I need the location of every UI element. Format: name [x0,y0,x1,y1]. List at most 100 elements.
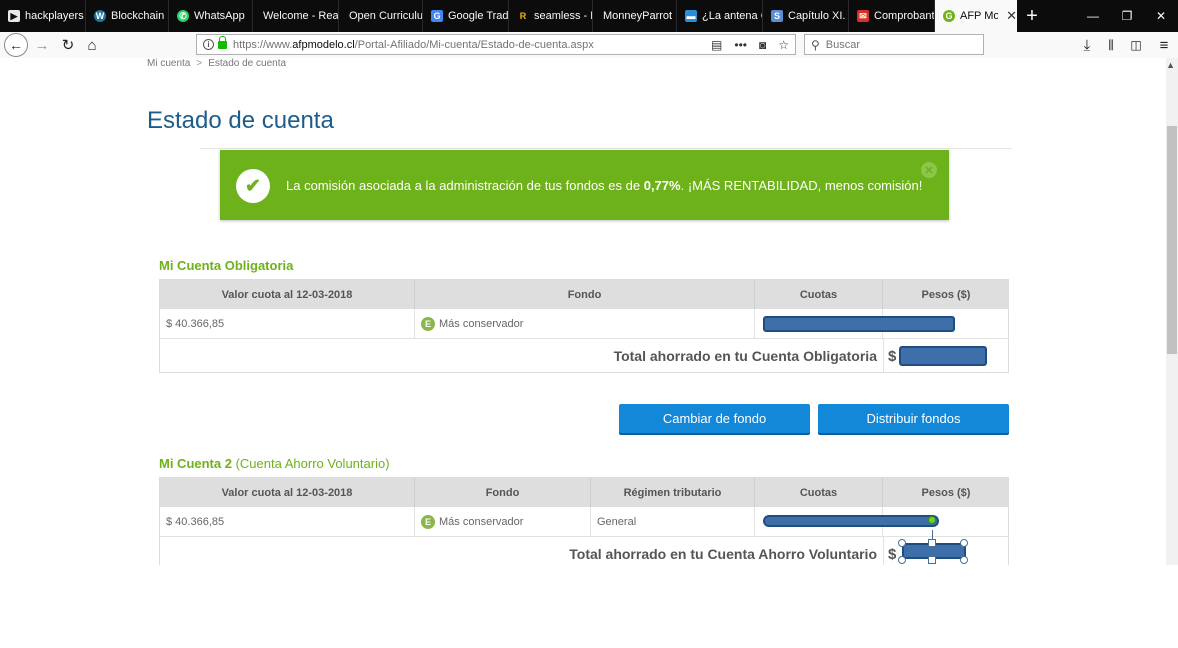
distribute-funds-button[interactable]: Distribuir fondos [818,404,1009,433]
header-fondo: Fondo [415,478,591,507]
header-regimen: Régimen tributario [591,478,755,507]
table-header: Valor cuota al 12-03-2018 Fondo Cuotas P… [160,280,1009,309]
whatsapp-icon: ✆ [177,10,189,22]
vertical-scrollbar[interactable] [1166,58,1178,565]
tab-label: Open Curriculum [349,10,422,22]
reload-button[interactable]: ↻ [56,32,80,58]
back-button[interactable]: ← [4,33,28,57]
cell-fondo: E Más conservador [415,309,755,338]
tab-label: hackplayers [25,10,84,22]
breadcrumb-separator: > [196,58,203,69]
close-tab-icon[interactable]: ✕ [1006,8,1017,24]
bookmark-star-icon[interactable]: ☆ [778,38,789,52]
sidebar-button[interactable]: ◫ [1124,32,1148,58]
image-icon: S [771,10,783,22]
tab-label: Blockchain F [111,10,168,22]
tab-seamless[interactable]: R seamless - Ei [509,0,593,32]
tab-la-antena[interactable]: ▬ ¿La antena C [677,0,763,32]
scroll-up-icon[interactable]: ▲ [1166,60,1175,70]
header-valor-cuota: Valor cuota al 12-03-2018 [160,478,415,507]
header-valor-cuota: Valor cuota al 12-03-2018 [160,280,415,309]
library-button[interactable]: ⫼ [1099,32,1123,58]
cell-divider [883,339,884,373]
translate-icon: G [431,10,443,22]
page-content: Mi cuenta > Estado de cuenta Estado de cue… [0,58,1178,565]
fund-e-badge: E [421,514,435,529]
close-window-button[interactable]: ✕ [1144,0,1178,32]
breadcrumb-home[interactable]: Mi cuenta [147,58,190,69]
table-total-row: Total ahorrado en tu Cuenta Ahorro Volun… [160,530,1009,565]
downloads-button[interactable]: ⤓ [1075,32,1099,58]
url-bar[interactable]: i https://www.afpmodelo.cl/Portal-Afilia… [196,34,796,55]
tab-whatsapp[interactable]: ✆ WhatsApp [169,0,253,32]
hamburger-icon: ≡ [1159,36,1169,54]
url-domain: afpmodelo.cl [292,38,355,51]
tab-label: Google Trad [448,10,508,22]
table-total-row: Total ahorrado en tu Cuenta Obligatoria … [160,339,1009,373]
afp-icon: G [943,10,955,22]
tab-label: MonneyParrot [603,10,673,22]
reader-view-icon[interactable]: ▤ [711,38,722,52]
tab-label: Capítulo XI. [788,10,846,22]
commission-rate: 0,77% [643,178,681,193]
resize-handle[interactable] [928,556,936,564]
arrow-right-icon: → [34,36,50,54]
tab-capitulo[interactable]: S Capítulo XI. [763,0,849,32]
forward-button[interactable]: → [30,32,54,58]
url-text[interactable]: https://www.afpmodelo.cl/Portal-Afiliado… [233,39,594,51]
tab-bar: ▶ hackplayers W Blockchain F ✆ WhatsApp … [0,0,1178,32]
cell-valor-cuota: $ 40.366,85 [160,507,415,536]
resize-handle[interactable] [928,539,936,547]
tab-label: ¿La antena C [702,10,762,22]
info-icon[interactable]: i [203,39,214,50]
checkmark-icon: ✔ [236,169,270,203]
rotate-handle[interactable] [928,516,936,524]
download-icon: ⤓ [1083,36,1091,54]
resize-handle[interactable] [960,556,968,564]
section-title-main: Mi Cuenta 2 [159,456,232,471]
tab-comprobante[interactable]: ✉ Comprobant [849,0,935,32]
new-tab-button[interactable]: + [1020,0,1044,32]
tab-label: Comprobant [874,10,934,22]
tab-blockchain[interactable]: W Blockchain F [86,0,169,32]
total-label: Total ahorrado en tu Cuenta Ahorro Volun… [569,546,877,562]
tab-label: WhatsApp [194,10,245,22]
home-button[interactable]: ⌂ [80,32,104,58]
restore-button[interactable]: ❐ [1110,0,1144,32]
tab-label: AFP Model [960,10,999,22]
tab-label: seamless - Ei [534,10,592,22]
table-row: $ 40.366,85 E Más conservador General [160,507,1009,537]
mail-icon: ✉ [857,10,869,22]
library-icon: ⫼ [1108,37,1114,52]
cell-fondo: E Más conservador [415,507,591,536]
page-actions-button[interactable]: ••• [734,38,747,52]
scrollbar-thumb[interactable] [1167,126,1177,354]
cell-valor-cuota: $ 40.366,85 [160,309,415,338]
breadcrumb: Mi cuenta > Estado de cuenta [147,58,286,69]
tab-label: Welcome - Reali [263,10,338,22]
tab-afp-modelo[interactable]: G AFP Model ✕ [935,0,1017,32]
search-bar[interactable]: ⚲ Buscar [804,34,984,55]
tab-monneyparrot[interactable]: MonneyParrot [593,0,677,32]
table-obligatoria: Valor cuota al 12-03-2018 Fondo Cuotas P… [159,279,1009,373]
cell-divider [883,537,884,565]
tab-open-curriculum[interactable]: Open Curriculum [339,0,423,32]
home-icon: ⌂ [87,36,97,54]
search-input[interactable]: Buscar [826,39,860,51]
resize-handle[interactable] [960,539,968,547]
menu-button[interactable]: ≡ [1152,32,1176,58]
pocket-icon[interactable]: ◙ [759,38,766,52]
total-label: Total ahorrado en tu Cuenta Obligatoria [613,348,877,364]
tab-google-translate[interactable]: G Google Trad [423,0,509,32]
minimize-button[interactable]: — [1076,0,1110,32]
header-fondo: Fondo [415,280,755,309]
navigation-bar: ← → ↻ ⌂ i https://www.afpmodelo.cl/Porta… [0,32,1178,59]
resize-handle[interactable] [898,539,906,547]
lock-icon[interactable] [218,35,227,49]
close-banner-icon[interactable]: ✕ [921,162,937,178]
change-fund-button[interactable]: Cambiar de fondo [619,404,810,433]
resize-handle[interactable] [898,556,906,564]
tab-hackplayers[interactable]: ▶ hackplayers [0,0,86,32]
redacted-total [899,346,987,366]
tab-welcome[interactable]: Welcome - Reali [253,0,339,32]
